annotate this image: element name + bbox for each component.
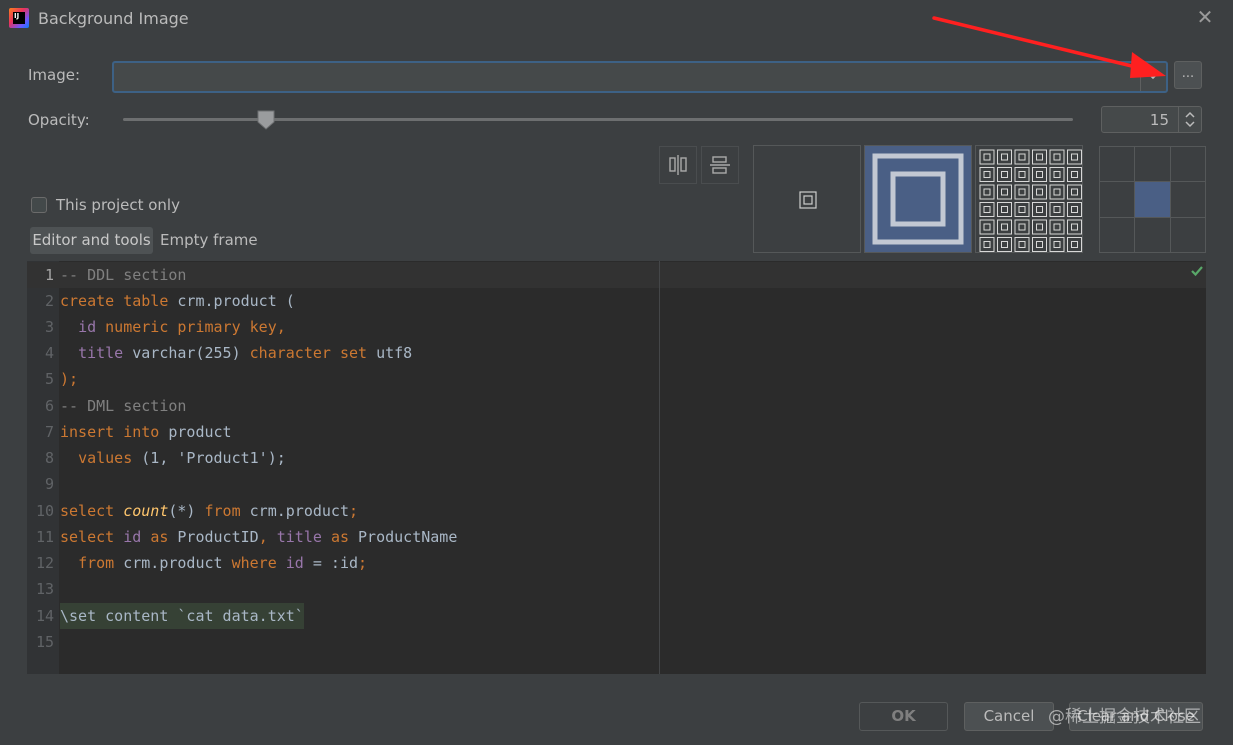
code-line: 8 values (1, 'Product1'); bbox=[27, 445, 659, 471]
cancel-button[interactable]: Cancel bbox=[964, 702, 1054, 731]
flip-horizontal-button[interactable] bbox=[659, 146, 697, 184]
app-logo-icon: IJ bbox=[9, 8, 29, 28]
fill-mode-scale[interactable] bbox=[864, 145, 972, 253]
code-line: 13 bbox=[27, 576, 659, 602]
anchor-bottom[interactable] bbox=[1135, 217, 1170, 252]
code-text: -- DML section bbox=[60, 397, 187, 415]
anchor-center[interactable] bbox=[1135, 182, 1170, 217]
code-text: from crm.product where id = :id; bbox=[78, 554, 368, 572]
code-line: 14 \set content `cat data.txt` bbox=[27, 603, 659, 629]
tile-image-icon bbox=[979, 149, 1082, 252]
flip-horizontal-icon bbox=[669, 155, 687, 175]
line-number: 6 bbox=[44, 397, 54, 415]
right-margin-divider bbox=[659, 261, 660, 674]
anchor-top-left[interactable] bbox=[1100, 147, 1135, 182]
line-number: 5 bbox=[44, 370, 54, 388]
code-text: insert into product bbox=[60, 423, 232, 441]
code-text: values (1, 'Product1'); bbox=[78, 449, 286, 467]
code-line: 3 id numeric primary key, bbox=[27, 314, 659, 340]
code-line: 6 -- DML section bbox=[27, 393, 659, 419]
watermark: @稀土掘金技术社区 bbox=[1048, 707, 1201, 727]
opacity-value[interactable]: 15 bbox=[1150, 111, 1169, 129]
line-number: 12 bbox=[35, 554, 54, 572]
spinner-separator bbox=[1178, 107, 1179, 132]
code-line: 1 -- DDL section bbox=[27, 262, 659, 288]
opacity-label: Opacity: bbox=[28, 111, 90, 129]
line-number: 11 bbox=[35, 528, 54, 546]
opacity-spinner[interactable]: 15 bbox=[1101, 106, 1202, 133]
anchor-bottom-right[interactable] bbox=[1170, 217, 1205, 252]
flip-vertical-button[interactable] bbox=[701, 146, 739, 184]
code-line: 4 title varchar(255) character set utf8 bbox=[27, 340, 659, 366]
anchor-position-grid[interactable] bbox=[1099, 146, 1206, 253]
code-text: create table crm.product ( bbox=[60, 292, 295, 310]
spinner-arrows-icon[interactable] bbox=[1183, 110, 1197, 129]
annotation-arrow-icon bbox=[932, 16, 1166, 78]
code-text: \set content `cat data.txt` bbox=[60, 603, 304, 629]
anchor-top[interactable] bbox=[1135, 147, 1170, 182]
scale-image-icon bbox=[872, 153, 964, 245]
code-line: 10 select count(*) from crm.product; bbox=[27, 498, 659, 524]
code-text: ); bbox=[60, 370, 79, 388]
anchor-right[interactable] bbox=[1170, 182, 1205, 217]
line-number: 10 bbox=[35, 502, 54, 520]
line-number: 2 bbox=[44, 292, 54, 310]
line-number: 13 bbox=[35, 580, 54, 598]
line-number: 3 bbox=[44, 318, 54, 336]
code-text: id numeric primary key, bbox=[78, 318, 286, 336]
anchor-top-right[interactable] bbox=[1170, 147, 1205, 182]
browse-button[interactable]: ... bbox=[1174, 61, 1202, 89]
line-number: 9 bbox=[44, 475, 54, 493]
tab-empty-frame[interactable]: Empty frame bbox=[160, 227, 258, 254]
code-line: 9 bbox=[27, 471, 659, 497]
anchor-bottom-left[interactable] bbox=[1100, 217, 1135, 252]
tab-editor-and-tools[interactable]: Editor and tools bbox=[30, 227, 153, 254]
line-number: 7 bbox=[44, 423, 54, 441]
flip-vertical-icon bbox=[710, 156, 730, 174]
fill-mode-tile[interactable] bbox=[975, 145, 1083, 253]
check-icon bbox=[1191, 266, 1203, 277]
line-number: 4 bbox=[44, 344, 54, 362]
line-number: 8 bbox=[44, 449, 54, 467]
dialog-title: Background Image bbox=[38, 9, 189, 28]
fill-mode-center[interactable] bbox=[753, 145, 861, 253]
close-icon[interactable]: ✕ bbox=[1196, 7, 1214, 27]
opacity-slider-thumb[interactable] bbox=[256, 110, 276, 130]
anchor-left[interactable] bbox=[1100, 182, 1135, 217]
code-line: 15 bbox=[27, 629, 659, 655]
center-image-icon bbox=[799, 191, 817, 209]
code-line: 7 insert into product bbox=[27, 419, 659, 445]
line-number: 14 bbox=[35, 607, 54, 625]
code-line: 5); bbox=[27, 366, 659, 392]
code-text: -- DDL section bbox=[60, 266, 187, 284]
code-line: 11 select id as ProductID, title as Produ… bbox=[27, 524, 659, 550]
line-number: 1 bbox=[44, 266, 54, 284]
this-project-only-checkbox[interactable] bbox=[31, 197, 47, 213]
code-line: 12 from crm.product where id = :id; bbox=[27, 550, 659, 576]
editor-preview: 1 -- DDL section 2 create table crm.produc… bbox=[27, 261, 1206, 674]
this-project-only-label[interactable]: This project only bbox=[56, 196, 180, 214]
ok-button[interactable]: OK bbox=[859, 702, 948, 731]
code-line: 2 create table crm.product ( bbox=[27, 288, 659, 314]
line-number: 15 bbox=[35, 633, 54, 651]
code-text: select count(*) from crm.product; bbox=[60, 502, 359, 520]
code-text: select id as ProductID, title as Product… bbox=[60, 528, 458, 546]
image-label: Image: bbox=[28, 66, 81, 84]
code-text: title varchar(255) character set utf8 bbox=[78, 344, 413, 362]
